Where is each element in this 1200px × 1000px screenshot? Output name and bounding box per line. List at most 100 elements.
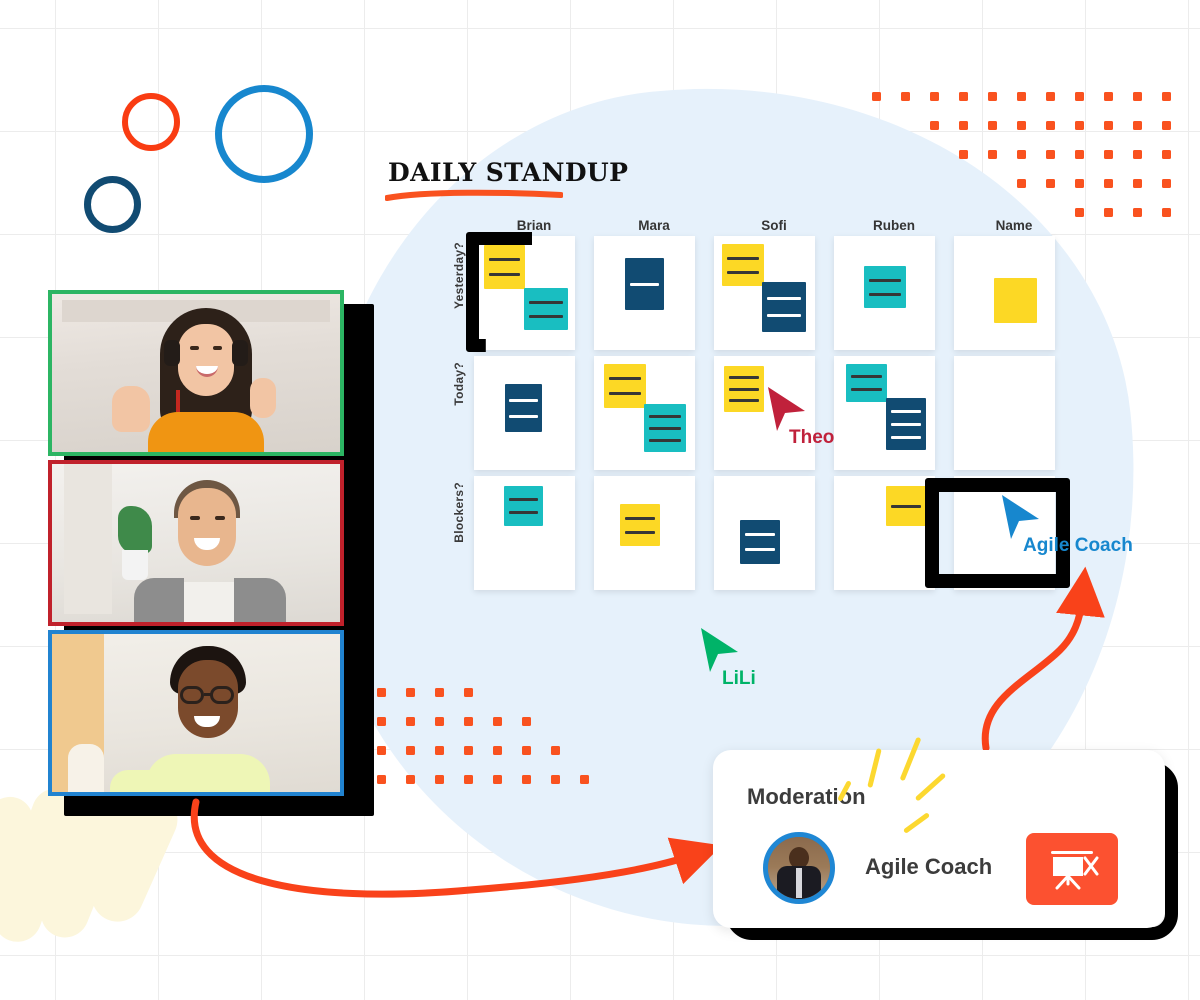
decorative-dot: [1046, 179, 1055, 188]
decorative-dot: [464, 688, 473, 697]
decorative-dot: [930, 92, 939, 101]
sticky-note-line: [728, 376, 760, 379]
board-row: Yesterday?: [452, 236, 1055, 350]
sticky-note[interactable]: [994, 278, 1037, 323]
board-cell[interactable]: [954, 236, 1055, 350]
sticky-note-line: [509, 399, 538, 402]
cursor-label: Agile Coach: [1023, 535, 1133, 556]
board-cell[interactable]: [954, 356, 1055, 470]
decorative-dot: [901, 92, 910, 101]
sticky-note-line: [869, 293, 901, 296]
decorative-dot: [1104, 150, 1113, 159]
title-underline: [385, 189, 563, 201]
decorative-circle-navy: [84, 176, 141, 233]
decorative-dot: [1075, 150, 1084, 159]
video-tile-1[interactable]: [48, 290, 344, 456]
sticky-note-line: [649, 427, 681, 430]
board-row-label: Today?: [452, 362, 466, 406]
sticky-note[interactable]: [604, 364, 646, 408]
sticky-note-line: [529, 301, 563, 304]
decorative-dot: [988, 121, 997, 130]
sticky-note[interactable]: [846, 364, 887, 402]
sticky-note[interactable]: [524, 288, 568, 330]
board-cell[interactable]: [594, 236, 695, 350]
sticky-note-line: [850, 388, 883, 391]
sticky-note-line: [509, 415, 538, 418]
decorative-dot: [580, 775, 589, 784]
decorative-dot: [551, 746, 560, 755]
board-cell[interactable]: [834, 236, 935, 350]
decorative-dot: [377, 775, 386, 784]
decorative-dot: [435, 775, 444, 784]
sticky-note-line: [728, 388, 760, 391]
sticky-note-line: [624, 517, 656, 520]
moderator-name: Agile Coach: [865, 854, 993, 879]
decorative-dot: [377, 717, 386, 726]
decorative-dot: [959, 121, 968, 130]
board-cell[interactable]: [474, 356, 575, 470]
decorative-dot: [1017, 150, 1026, 159]
board-cell[interactable]: [594, 356, 695, 470]
board-column-header: Mara: [638, 218, 670, 233]
decorative-dot: [872, 92, 881, 101]
decorative-dot: [959, 150, 968, 159]
sticky-note-line: [649, 415, 681, 418]
sticky-note-line: [508, 498, 539, 501]
sticky-note[interactable]: [886, 486, 926, 526]
board-cell[interactable]: [834, 356, 935, 470]
present-button[interactable]: [1026, 833, 1118, 905]
board-cell[interactable]: [714, 236, 815, 350]
sticky-note[interactable]: [625, 258, 664, 310]
decorative-dot: [493, 746, 502, 755]
board-cell[interactable]: [714, 476, 815, 590]
sticky-note[interactable]: [505, 384, 542, 432]
board-column-headers: Brian Mara Sofi Ruben Name: [474, 218, 1074, 233]
sticky-note[interactable]: [724, 366, 764, 412]
board-cell[interactable]: [594, 476, 695, 590]
remote-cursor: Agile Coach: [999, 493, 1133, 556]
waving-hand-graphic: [0, 781, 214, 1000]
sticky-note[interactable]: [886, 398, 926, 450]
sticky-note-line: [609, 392, 641, 395]
sticky-note[interactable]: [504, 486, 543, 526]
sticky-note[interactable]: [762, 282, 806, 332]
decorative-dot: [1162, 150, 1171, 159]
decorative-dot: [464, 717, 473, 726]
sticky-note[interactable]: [644, 404, 686, 452]
sticky-note[interactable]: [864, 266, 906, 308]
decorative-dot: [1162, 179, 1171, 188]
moderator-avatar: [763, 832, 835, 904]
decorative-dot: [464, 746, 473, 755]
sticky-note-line: [728, 399, 760, 402]
board-cell[interactable]: [834, 476, 935, 590]
decorative-dot: [406, 688, 415, 697]
decorative-dot: [406, 746, 415, 755]
decorative-dot: [1133, 208, 1142, 217]
board-cell[interactable]: [474, 476, 575, 590]
sticky-note-line: [624, 531, 656, 534]
sticky-note-line: [508, 511, 539, 514]
decorative-dot: [435, 688, 444, 697]
decorative-dot: [988, 150, 997, 159]
decorative-dot: [1133, 150, 1142, 159]
video-tile-2[interactable]: [48, 460, 344, 626]
board-column-header: Sofi: [761, 218, 787, 233]
sticky-note[interactable]: [620, 504, 660, 546]
decorative-dot: [1162, 208, 1171, 217]
sticky-note-line: [727, 257, 759, 260]
cell-highlight-frame-agile-coach: [925, 478, 1070, 588]
sticky-note-line: [767, 297, 801, 300]
decorative-dot: [406, 717, 415, 726]
sparkle-decoration: [836, 730, 947, 834]
video-call-panel: [48, 290, 374, 816]
sticky-note-line: [488, 273, 521, 276]
standup-illustration: DAILY STANDUP Brian Mara Sofi Ruben Name Yes…: [0, 0, 1200, 1000]
decorative-dot: [377, 746, 386, 755]
cursor-label: LiLi: [722, 668, 756, 689]
sticky-note[interactable]: [740, 520, 780, 564]
decorative-dot: [1046, 92, 1055, 101]
decorative-dot: [1046, 121, 1055, 130]
decorative-dot: [522, 775, 531, 784]
sticky-note[interactable]: [722, 244, 764, 286]
video-tile-3[interactable]: [48, 630, 344, 796]
